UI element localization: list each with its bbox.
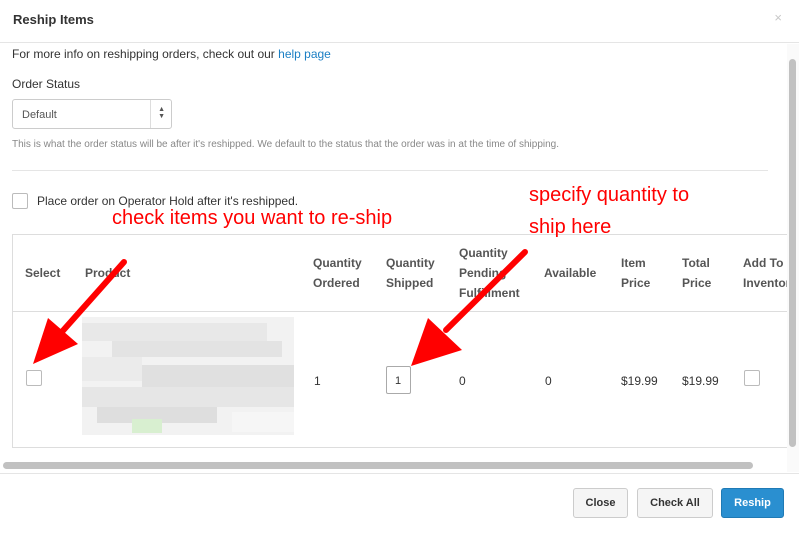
header-item-price-line2: Price xyxy=(621,276,651,290)
header-qty-pending-line3: Fulfillment xyxy=(459,286,520,300)
cell-qty-ordered: 1 xyxy=(314,374,321,388)
header-qty-shipped-line1: Quantity xyxy=(386,256,435,270)
horizontal-scrollbar[interactable] xyxy=(0,460,787,472)
header-total-price-line1: Total xyxy=(682,256,710,270)
header-add-to-line1: Add To xyxy=(743,256,784,270)
header-qty-ordered-line1: Quantity xyxy=(313,256,362,270)
header-qty-shipped: Quantity Shipped xyxy=(386,253,435,293)
order-status-label: Order Status xyxy=(12,77,81,91)
order-status-select[interactable]: Default ▲ ▼ xyxy=(12,99,172,129)
header-add-to-inventory: Add To Inventory xyxy=(743,253,787,293)
table-header-divider xyxy=(13,311,787,312)
cell-total-price: $19.99 xyxy=(682,374,719,388)
divider xyxy=(12,170,768,171)
annotation-specify-qty-line1: specify quantity to xyxy=(529,184,690,206)
header-available: Available xyxy=(544,266,597,280)
help-page-link[interactable]: help page xyxy=(278,47,331,61)
select-divider xyxy=(150,100,151,128)
header-item-price-line1: Item xyxy=(621,256,646,270)
header-qty-pending: Quantity Pending Fulfillment xyxy=(459,243,520,303)
cell-available: 0 xyxy=(545,374,552,388)
close-button[interactable]: Close xyxy=(573,488,628,518)
cell-item-price: $19.99 xyxy=(621,374,658,388)
close-icon[interactable]: × xyxy=(774,10,782,25)
operator-hold-label: Place order on Operator Hold after it's … xyxy=(37,194,299,208)
header-select: Select xyxy=(25,266,61,280)
header-total-price: Total Price xyxy=(682,253,711,293)
header-qty-pending-line1: Quantity xyxy=(459,246,508,260)
header-qty-ordered-line2: Ordered xyxy=(313,276,360,290)
quantity-shipped-input[interactable]: 1 xyxy=(386,366,411,394)
items-table: Select Product Quantity Ordered Quantity… xyxy=(12,234,787,448)
reship-items-modal: Reship Items × For more info on reshippi… xyxy=(0,0,799,534)
header-qty-shipped-line2: Shipped xyxy=(386,276,434,290)
info-line: For more info on reshipping orders, chec… xyxy=(12,47,331,61)
header-qty-ordered: Quantity Ordered xyxy=(313,253,362,293)
annotation-check-items: check items you want to re-ship xyxy=(112,207,393,229)
vertical-scrollbar[interactable] xyxy=(787,44,799,472)
modal-header: Reship Items × xyxy=(0,0,799,43)
info-text: For more info on reshipping orders, chec… xyxy=(12,47,279,61)
add-to-inventory-checkbox[interactable] xyxy=(744,370,760,386)
check-all-button[interactable]: Check All xyxy=(637,488,713,518)
product-image-redacted xyxy=(82,317,294,435)
header-add-to-line2: Inventory xyxy=(743,276,787,290)
operator-hold-checkbox[interactable] xyxy=(12,193,28,209)
header-qty-pending-line2: Pending xyxy=(459,266,507,280)
header-item-price: Item Price xyxy=(621,253,650,293)
select-arrows-icon: ▲ ▼ xyxy=(158,106,165,120)
modal-body: For more info on reshipping orders, chec… xyxy=(0,44,787,460)
order-status-help: This is what the order status will be af… xyxy=(12,139,560,150)
vertical-scroll-thumb[interactable] xyxy=(789,59,796,447)
row-select-checkbox[interactable] xyxy=(26,370,42,386)
header-product: Product xyxy=(85,266,131,280)
modal-footer: Close Check All Reship xyxy=(0,473,799,534)
order-status-value: Default xyxy=(22,109,57,121)
modal-title: Reship Items xyxy=(13,12,94,27)
cell-qty-pending: 0 xyxy=(459,374,466,388)
annotation-specify-qty-line2: ship here xyxy=(529,216,612,238)
header-total-price-line2: Price xyxy=(682,276,712,290)
reship-button[interactable]: Reship xyxy=(721,488,784,518)
horizontal-scroll-thumb[interactable] xyxy=(3,462,753,469)
